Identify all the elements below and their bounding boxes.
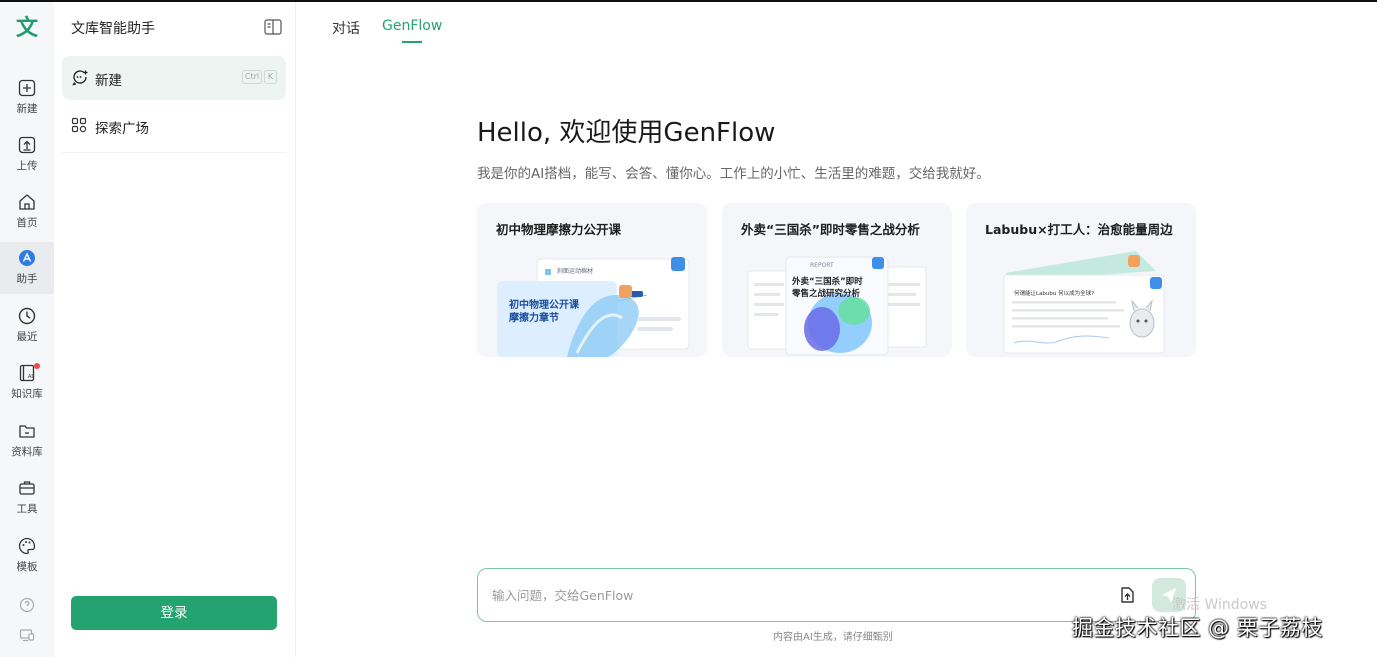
rail-item-tools[interactable]: 工具	[0, 472, 54, 524]
help-icon[interactable]	[17, 595, 37, 615]
rail-label-knowledge: 知识库	[11, 388, 43, 400]
card-art-heading: 外卖“三国杀”即时	[792, 277, 863, 287]
card-preview-image	[1003, 251, 1165, 354]
rail-label-home: 首页	[16, 217, 38, 229]
rail-item-upload[interactable]: 上传	[0, 129, 54, 181]
app-window: 文 新建 上传 首页 助手 最近 AI 知识库 资料库 工具 模板 文库智能助手…	[0, 0, 1377, 657]
rail-label-new: 新建	[16, 103, 38, 115]
prompt-input[interactable]	[492, 583, 1092, 607]
site-watermark: 掘金技术社区 @ 栗子荔枝	[1072, 616, 1323, 640]
active-tab-indicator	[402, 41, 422, 43]
side-panel: 文库智能助手 新建 Ctrl K 探索广场 登录	[54, 2, 296, 657]
welcome-heading: Hello, 欢迎使用GenFlow	[477, 118, 776, 148]
rail-item-knowledge[interactable]: AI 知识库	[0, 357, 54, 409]
rail-label-library: 资料库	[11, 446, 43, 458]
card-title: 外卖“三国杀”即时零售之战分析	[741, 222, 920, 237]
panel-title: 文库智能助手	[71, 21, 155, 37]
grid-icon	[71, 117, 87, 133]
toolbox-icon	[19, 481, 35, 495]
attach-file-icon[interactable]	[1117, 585, 1137, 605]
new-chat-icon	[72, 70, 88, 86]
example-card-labubu[interactable]: Labubu×打工人：治愈能量周边 何谓能让Labubu 何以成为全球?	[966, 203, 1196, 357]
rail-label-templates: 模板	[16, 561, 38, 573]
new-chat-label: 新建	[95, 73, 122, 89]
example-card-physics[interactable]: 初中物理摩擦力公开课 刹面运动棉材 初中物理公开课 摩擦力章节	[477, 203, 707, 357]
new-chat-button[interactable]: 新建 Ctrl K	[62, 56, 286, 100]
card-art-tag: REPORT	[810, 262, 834, 269]
card-art-subheading: 零售之战研究分析	[792, 289, 861, 299]
card-art-subheading: 摩擦力章节	[509, 313, 559, 324]
icon-rail: 文 新建 上传 首页 助手 最近 AI 知识库 资料库 工具 模板	[0, 2, 54, 657]
activate-windows-watermark: 激活 Windows	[1172, 597, 1267, 613]
rail-label-tools: 工具	[16, 503, 38, 515]
shortcut-ctrl: Ctrl	[242, 70, 262, 84]
rail-item-assistant[interactable]: 助手	[0, 242, 54, 294]
panel-divider	[62, 152, 286, 153]
knowledge-badge	[34, 363, 40, 369]
card-art-tag: 刹面运动棉材	[557, 268, 594, 275]
welcome-subtitle: 我是你的AI搭档，能写、会答、懂你心。工作上的小忙、生活里的难题，交给我就好。	[477, 166, 990, 182]
card-title: Labubu×打工人：治愈能量周边	[985, 222, 1173, 237]
rail-item-home[interactable]: 首页	[0, 186, 54, 238]
clock-icon	[18, 307, 36, 325]
example-card-delivery[interactable]: 外卖“三国杀”即时零售之战分析 REPORT 外卖“三国杀”即时 零售之战研究分…	[722, 203, 952, 357]
login-button[interactable]: 登录	[71, 596, 277, 630]
rail-label-upload: 上传	[16, 160, 38, 172]
card-title: 初中物理摩擦力公开课	[496, 222, 622, 237]
shortcut-k: K	[264, 70, 277, 84]
tab-genflow[interactable]: GenFlow	[382, 18, 442, 34]
sidebar-toggle-icon[interactable]	[264, 19, 282, 35]
card-art-heading: 何谓能让Labubu 何以成为全球?	[1014, 291, 1095, 297]
folder-icon	[19, 425, 35, 438]
explore-label: 探索广场	[95, 121, 149, 137]
ai-disclaimer: 内容由AI生成，请仔细甄别	[773, 632, 893, 643]
plus-icon	[18, 79, 36, 97]
rail-item-library[interactable]: 资料库	[0, 415, 54, 467]
tab-chat[interactable]: 对话	[332, 18, 360, 38]
upload-icon	[18, 136, 36, 154]
home-icon	[19, 194, 35, 210]
rail-label-recent: 最近	[16, 331, 38, 343]
rail-item-new[interactable]: 新建	[0, 72, 54, 124]
svg-text:AI: AI	[28, 374, 33, 380]
rail-label-assistant: 助手	[16, 273, 38, 285]
device-icon[interactable]	[17, 625, 37, 645]
rail-item-templates[interactable]: 模板	[0, 530, 54, 582]
palette-icon	[18, 537, 36, 555]
logo-icon[interactable]: 文	[14, 16, 40, 42]
rail-item-recent[interactable]: 最近	[0, 300, 54, 352]
card-preview-image	[747, 256, 927, 356]
assistant-icon	[19, 250, 35, 266]
explore-square-item[interactable]: 探索广场	[62, 106, 286, 146]
